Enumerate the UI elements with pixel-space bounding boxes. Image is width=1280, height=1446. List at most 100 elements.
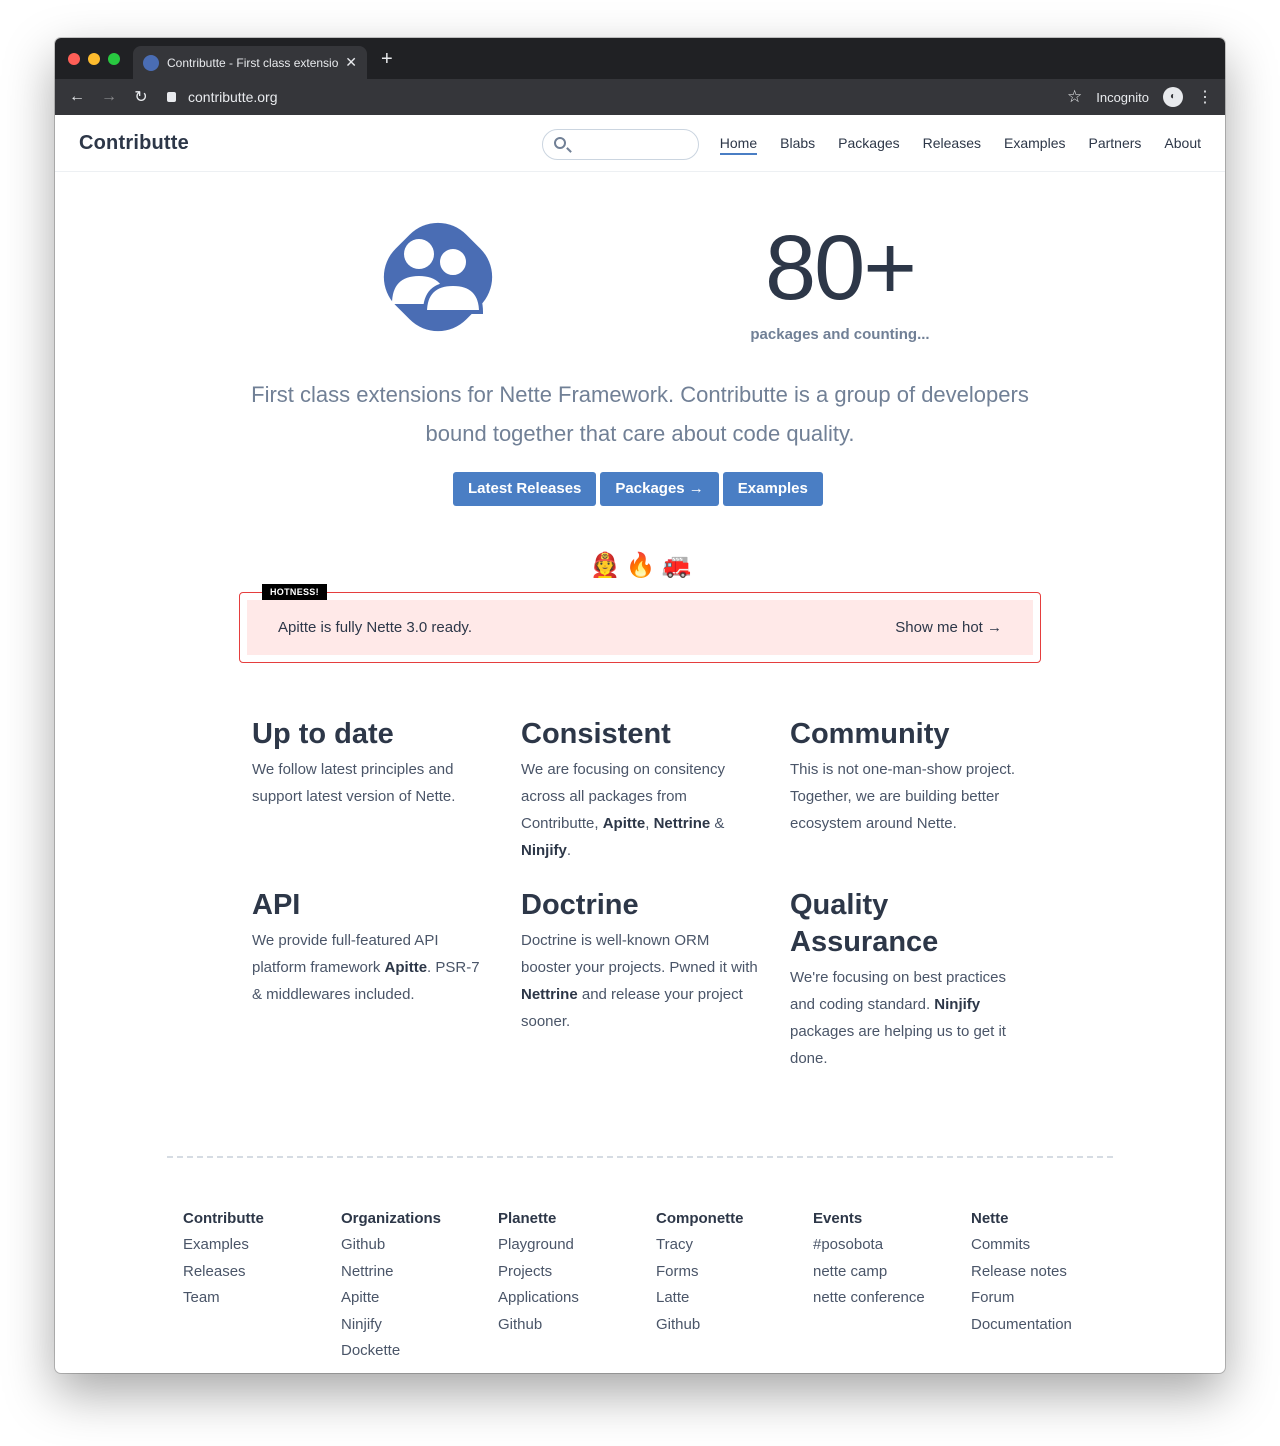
footer-link-tracy[interactable]: Tracy — [656, 1232, 811, 1259]
lock-icon — [167, 92, 176, 102]
feature-description: We're focusing on best practices and cod… — [790, 964, 1030, 1072]
feature-description: We follow latest principles and support … — [252, 756, 492, 810]
hotness-banner: Apitte is fully Nette 3.0 ready. Show me… — [239, 584, 1041, 663]
footer-link-github[interactable]: Github — [656, 1312, 811, 1339]
footer-link-github[interactable]: Github — [498, 1312, 653, 1339]
fire-engine-icon: 🚒 — [661, 552, 692, 579]
footer-link-forum[interactable]: Forum — [971, 1285, 1126, 1312]
footer-link-apitte[interactable]: Apitte — [341, 1285, 496, 1312]
footer-link-team[interactable]: Team — [183, 1285, 338, 1312]
lead-text: First class extensions for Nette Framewo… — [251, 382, 1029, 446]
feature-description: We are focusing on consitency across all… — [521, 756, 761, 864]
forward-arrow-icon[interactable]: → — [93, 88, 125, 106]
incognito-icon[interactable]: ◐ — [1163, 87, 1183, 107]
footer-link-commits[interactable]: Commits — [971, 1232, 1126, 1259]
feature-text: Doctrine is well-known ORM booster your … — [521, 932, 758, 976]
favicon-icon — [143, 54, 159, 71]
nav-examples[interactable]: Examples — [1004, 115, 1065, 172]
new-tab-button[interactable]: + — [381, 48, 393, 71]
profile-label: Incognito — [1096, 89, 1149, 105]
feature-api: API We provide full-featured API platform… — [252, 887, 492, 1008]
search-input[interactable] — [542, 129, 699, 160]
footer-heading: Componette — [656, 1210, 744, 1227]
feature-text: & — [710, 815, 725, 832]
highlighted-package: Apitte — [384, 959, 428, 976]
feature-text: , — [645, 815, 654, 832]
footer-link-release-notes[interactable]: Release notes — [971, 1259, 1126, 1286]
footer-link-github[interactable]: Github — [341, 1232, 496, 1259]
footer-col-organizations: Organizations Github Nettrine Apitte Ninjify… — [341, 1206, 496, 1365]
nav-packages[interactable]: Packages — [838, 115, 899, 172]
window-controls — [68, 53, 120, 65]
feature-title: API — [252, 889, 301, 921]
bookmark-star-icon[interactable]: ☆ — [1067, 87, 1082, 107]
footer-link-latte[interactable]: Latte — [656, 1285, 811, 1312]
site-header: Contributte Home Blabs Packages Releases Exa… — [55, 115, 1225, 172]
examples-button[interactable]: Examples — [722, 472, 823, 506]
footer-link-documentation[interactable]: Documentation — [971, 1312, 1126, 1339]
emoji-row: 🧑‍🚒 🔥 🚒 — [590, 551, 692, 580]
footer-link-playground[interactable]: Playground — [498, 1232, 653, 1259]
hotness-inner: Apitte is fully Nette 3.0 ready. Show me… — [247, 600, 1033, 655]
footer-link-releases[interactable]: Releases — [183, 1259, 338, 1286]
browser-window: Contributte - First class extensio ✕ + ←… — [55, 38, 1225, 1373]
footer-link-ninjify[interactable]: Ninjify — [341, 1312, 496, 1339]
highlighted-package: Ninjify — [934, 996, 981, 1013]
feature-text: This is not one-man-show project. Togeth… — [790, 761, 1016, 832]
hotness-message: Apitte is fully Nette 3.0 ready. — [278, 619, 472, 636]
feature-quality-assurance: Quality Assurance We're focusing on best … — [790, 887, 1030, 1072]
footer-col-events: Events #posobota nette camp nette conferenc… — [813, 1206, 968, 1312]
feature-title: Consistent — [521, 718, 671, 750]
highlighted-package: Nettrine — [653, 815, 711, 832]
feature-text: . — [566, 842, 572, 859]
close-window-button[interactable] — [68, 53, 80, 65]
counter-subtitle: packages and counting... — [750, 326, 930, 343]
latest-releases-button[interactable]: Latest Releases — [453, 472, 597, 506]
hotness-badge: HOTNESS! — [262, 584, 327, 600]
nav-releases[interactable]: Releases — [923, 115, 981, 172]
footer-link-projects[interactable]: Projects — [498, 1259, 653, 1286]
menu-dots-icon[interactable]: ⋮ — [1197, 87, 1213, 107]
footer-link-applications[interactable]: Applications — [498, 1285, 653, 1312]
address-bar[interactable]: contributte.org — [167, 89, 278, 105]
footer-link-nette-camp[interactable]: nette camp — [813, 1259, 968, 1286]
site-logo[interactable]: Contributte — [79, 132, 189, 155]
footer-heading: Nette — [971, 1210, 1009, 1227]
highlighted-package: Apitte — [602, 815, 646, 832]
footer-link-nettrine[interactable]: Nettrine — [341, 1259, 496, 1286]
fire-icon: 🔥 — [625, 552, 656, 579]
nav-blabs[interactable]: Blabs — [780, 115, 815, 172]
reload-icon[interactable]: ↻ — [125, 87, 157, 107]
highlighted-package: Nettrine — [521, 986, 578, 1003]
packages-button[interactable]: Packages → — [600, 472, 719, 506]
nav-home[interactable]: Home — [719, 115, 758, 172]
feature-description: Doctrine is well-known ORM booster your … — [521, 927, 761, 1035]
nav-partners[interactable]: Partners — [1088, 115, 1141, 172]
maximize-window-button[interactable] — [108, 53, 120, 65]
cta-buttons: Latest Releases Packages → Examples — [453, 472, 823, 506]
feature-text: We follow latest principles and support … — [252, 761, 456, 805]
firefighter-icon: 🧑‍🚒 — [590, 552, 620, 579]
feature-title: Quality Assurance — [790, 889, 939, 958]
footer-link-examples[interactable]: Examples — [183, 1232, 338, 1259]
footer-heading: Planette — [498, 1210, 557, 1227]
footer-heading: Contributte — [183, 1210, 264, 1227]
footer-link-nette-conference[interactable]: nette conference — [813, 1285, 968, 1312]
footer-divider — [167, 1156, 1113, 1158]
show-me-hot-link[interactable]: Show me hot → — [895, 619, 1002, 636]
footer-link-posobota[interactable]: #posobota — [813, 1232, 968, 1259]
close-tab-icon[interactable]: ✕ — [345, 54, 357, 71]
search-icon — [554, 137, 566, 149]
footer-link-forms[interactable]: Forms — [656, 1259, 811, 1286]
feature-community: Community This is not one-man-show projec… — [790, 716, 1030, 837]
footer-link-dockette[interactable]: Dockette — [341, 1338, 496, 1365]
feature-description: This is not one-man-show project. Togeth… — [790, 756, 1030, 837]
browser-tab[interactable]: Contributte - First class extensio ✕ — [133, 46, 367, 79]
tab-title: Contributte - First class extensio — [167, 55, 339, 70]
feature-title: Community — [790, 718, 950, 750]
nav-about[interactable]: About — [1164, 115, 1201, 172]
minimize-window-button[interactable] — [88, 53, 100, 65]
feature-title: Doctrine — [521, 889, 639, 921]
back-arrow-icon[interactable]: ← — [61, 88, 93, 106]
main-nav: Home Blabs Packages Releases Examples Partner… — [719, 115, 1201, 172]
